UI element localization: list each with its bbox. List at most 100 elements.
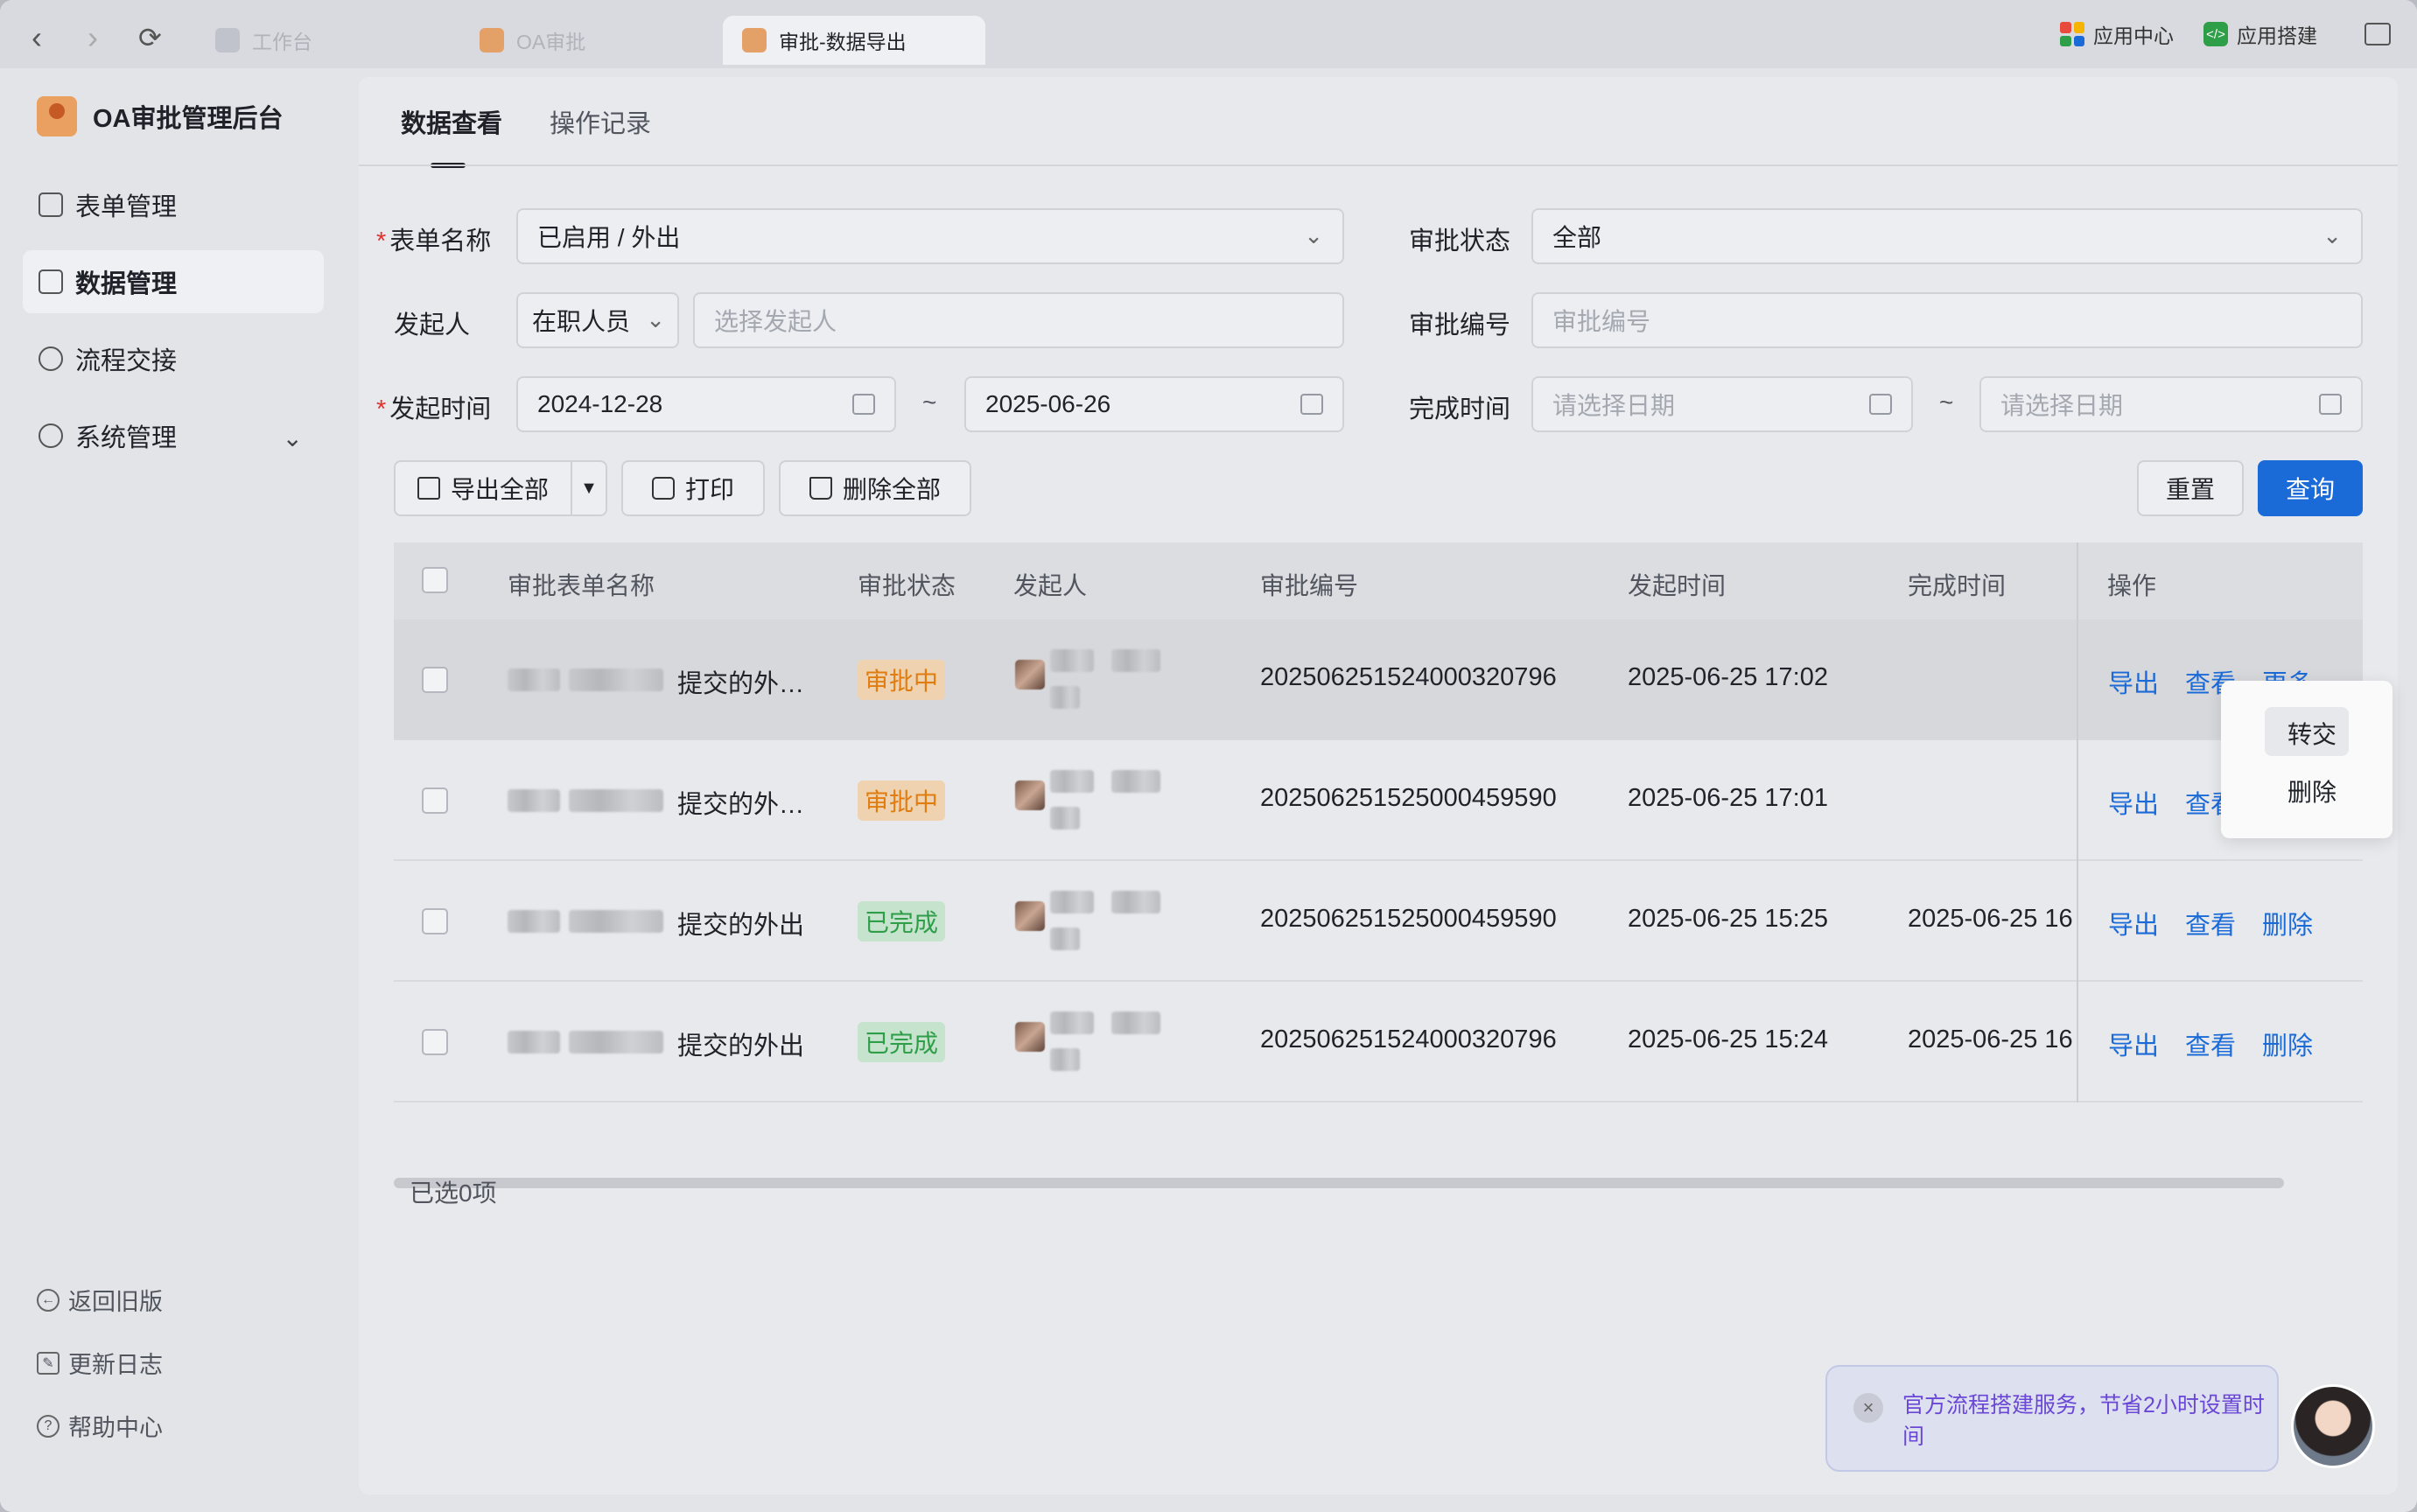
redacted-text bbox=[569, 910, 663, 933]
help-center-link[interactable]: ? 帮助中心 bbox=[37, 1409, 163, 1443]
sidebar-item-form-management[interactable]: 表单管理 bbox=[23, 173, 324, 236]
tab-data-view[interactable]: 数据查看 bbox=[401, 103, 502, 168]
form-title: 提交的外出 bbox=[677, 912, 805, 940]
avatar bbox=[1015, 901, 1045, 931]
table-row[interactable]: 提交的外… 审批中 202506251525000459590 2025-06-… bbox=[394, 740, 2363, 861]
back-icon[interactable]: ‹ bbox=[32, 19, 42, 56]
brand: OA审批管理后台 bbox=[37, 96, 284, 136]
sidebar: OA审批管理后台 表单管理 数据管理 流程交接 系统管理 ⌄ ← 返回旧版 ✎ … bbox=[0, 68, 350, 1512]
redacted-text bbox=[569, 668, 663, 691]
select-all-checkbox[interactable] bbox=[422, 567, 448, 593]
redacted-text bbox=[1050, 807, 1080, 830]
column-header: 发起时间 bbox=[1628, 572, 1727, 599]
status-select[interactable]: 全部 ⌄ bbox=[1531, 208, 2363, 264]
button-label: 导出全部 bbox=[450, 476, 549, 503]
changelog-link[interactable]: ✎ 更新日志 bbox=[37, 1346, 163, 1380]
selected-count: 已选0项 bbox=[410, 1180, 497, 1207]
tab-operation-log[interactable]: 操作记录 bbox=[550, 103, 651, 158]
redacted-text bbox=[1050, 928, 1080, 950]
tab-divider bbox=[359, 164, 2398, 166]
assistant-avatar[interactable] bbox=[2291, 1384, 2375, 1468]
redacted-text bbox=[1111, 891, 1160, 914]
number-input[interactable]: 审批编号 bbox=[1531, 292, 2363, 348]
sidebar-item-data-management[interactable]: 数据管理 bbox=[23, 250, 324, 313]
start-from-date[interactable]: 2024-12-28 bbox=[516, 376, 896, 432]
start-time: 2025-06-25 15:24 bbox=[1628, 1026, 1828, 1054]
row-checkbox[interactable] bbox=[422, 1029, 448, 1055]
chevron-down-icon: ⌄ bbox=[282, 424, 303, 452]
export-icon bbox=[417, 477, 440, 500]
forward-icon[interactable]: › bbox=[88, 19, 98, 56]
view-link[interactable]: 查看 bbox=[2185, 1026, 2236, 1062]
sidebar-item-system-management[interactable]: 系统管理 ⌄ bbox=[23, 404, 324, 467]
approval-number: 202506251525000459590 bbox=[1260, 784, 1557, 812]
query-button[interactable]: 查询 bbox=[2258, 460, 2363, 516]
finish-to-date[interactable]: 请选择日期 bbox=[1979, 376, 2363, 432]
redacted-text bbox=[569, 1031, 663, 1054]
promo-text[interactable]: 官方流程搭建服务，节省2小时设置时间 bbox=[1902, 1390, 2270, 1452]
sidebar-item-label: 系统管理 bbox=[75, 424, 178, 452]
export-link[interactable]: 导出 bbox=[2108, 905, 2159, 942]
app-builder-button[interactable]: </> 应用搭建 bbox=[2203, 19, 2317, 49]
more-dropdown-menu: 转交 删除 bbox=[2221, 681, 2392, 838]
range-separator: ~ bbox=[1939, 388, 1954, 416]
view-link[interactable]: 查看 bbox=[2185, 905, 2236, 942]
close-icon[interactable]: × bbox=[1853, 1393, 1883, 1423]
menu-item-transfer[interactable]: 转交 bbox=[2287, 716, 2336, 751]
redacted-text bbox=[1111, 1012, 1160, 1034]
row-checkbox[interactable] bbox=[422, 788, 448, 814]
open-window-icon[interactable] bbox=[2364, 23, 2391, 46]
table-row[interactable]: 提交的外出 已完成 202506251525000459590 2025-06-… bbox=[394, 861, 2363, 982]
print-button[interactable]: 打印 bbox=[621, 460, 765, 516]
export-link[interactable]: 导出 bbox=[2108, 784, 2159, 821]
column-header: 完成时间 bbox=[1908, 572, 2007, 599]
sidebar-item-handover[interactable]: 流程交接 bbox=[23, 327, 324, 390]
initiator-input[interactable]: 选择发起人 bbox=[693, 292, 1344, 348]
tab-workbench[interactable]: 工作台 bbox=[196, 16, 332, 65]
gear-icon bbox=[39, 424, 63, 448]
form-name-select[interactable]: 已启用 / 外出 ⌄ bbox=[516, 208, 1344, 264]
export-link[interactable]: 导出 bbox=[2108, 663, 2159, 700]
finish-from-date[interactable]: 请选择日期 bbox=[1531, 376, 1913, 432]
chevron-down-icon: ⌄ bbox=[1304, 222, 1323, 248]
start-time: 2025-06-25 17:01 bbox=[1628, 784, 1828, 812]
table-row[interactable]: 提交的外… 审批中 20250625152400032079​6 2025-06… bbox=[394, 620, 2363, 740]
row-checkbox[interactable] bbox=[422, 667, 448, 693]
table-icon bbox=[39, 270, 63, 294]
calendar-icon bbox=[1869, 394, 1892, 415]
finish-time-label: 完成时间 bbox=[1409, 396, 1511, 424]
export-link[interactable]: 导出 bbox=[2108, 1026, 2159, 1062]
start-to-date[interactable]: 2025-06-26 bbox=[964, 376, 1344, 432]
user-transfer-icon bbox=[39, 346, 63, 371]
main-panel: 数据查看 操作记录 * 表单名称 已启用 / 外出 ⌄ 审批状态 全部 ⌄ 发起人… bbox=[359, 77, 2398, 1494]
oa-icon bbox=[742, 28, 767, 52]
redacted-text bbox=[508, 668, 560, 691]
export-all-button[interactable]: 导出全部 bbox=[394, 460, 572, 516]
code-icon: </> bbox=[2203, 22, 2228, 46]
tab-oa-approval[interactable]: OA审批 bbox=[460, 16, 605, 65]
initiator-scope-select[interactable]: 在职人员 ⌄ bbox=[516, 292, 679, 348]
tab-data-export[interactable]: 审批-数据导出 bbox=[723, 16, 985, 65]
main-tabs: 数据查看 操作记录 bbox=[401, 103, 651, 168]
reset-button[interactable]: 重置 bbox=[2137, 460, 2244, 516]
refresh-icon[interactable]: ⟳ bbox=[138, 21, 162, 54]
number-label: 审批编号 bbox=[1409, 312, 1511, 340]
status-badge: 已完成 bbox=[858, 901, 946, 942]
redacted-text bbox=[1050, 770, 1094, 793]
export-options-button[interactable]: ▼ bbox=[571, 460, 607, 516]
back-icon: ← bbox=[37, 1288, 60, 1312]
row-checkbox[interactable] bbox=[422, 908, 448, 934]
button-label: 打印 bbox=[684, 476, 734, 503]
table-row[interactable]: 提交的外出 已完成 202506251524000320796 2025-06-… bbox=[394, 982, 2363, 1102]
app-center-button[interactable]: 应用中心 bbox=[2060, 19, 2174, 49]
delete-link[interactable]: 删除 bbox=[2262, 905, 2313, 942]
oa-icon bbox=[480, 28, 504, 52]
table-header: 审批表单名称 审批状态 发起人 审批编号 发起时间 完成时间 操作 bbox=[394, 542, 2363, 620]
delete-link[interactable]: 删除 bbox=[2262, 1026, 2313, 1062]
back-to-old-version[interactable]: ← 返回旧版 bbox=[37, 1283, 163, 1317]
label-text: 发起时间 bbox=[389, 396, 492, 424]
horizontal-scrollbar[interactable] bbox=[394, 1178, 2284, 1188]
menu-item-delete[interactable]: 删除 bbox=[2287, 774, 2336, 808]
delete-all-button[interactable]: 删除全部 bbox=[779, 460, 971, 516]
column-header: 审批表单名称 bbox=[508, 572, 655, 599]
